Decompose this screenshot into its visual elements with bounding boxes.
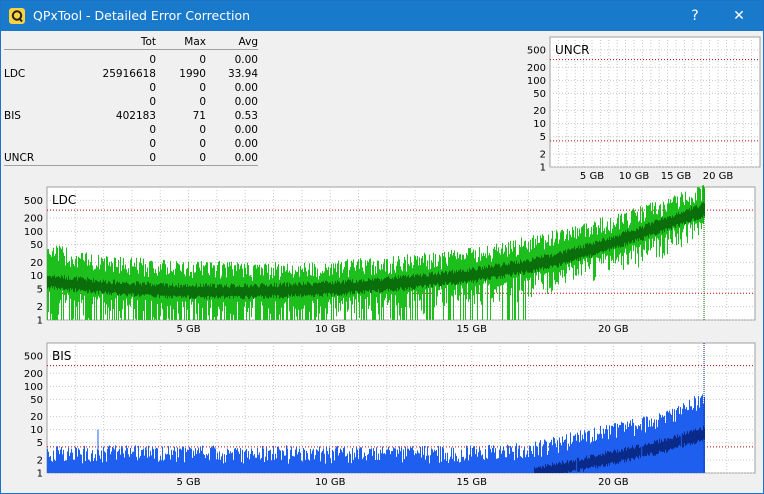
row-tot: 0 bbox=[149, 138, 156, 150]
row-avg: 0.00 bbox=[234, 96, 258, 108]
row-tot: 0 bbox=[149, 82, 156, 94]
uncr-y-tick-label: 20 bbox=[533, 106, 546, 117]
ldc-y-tick-label: 1 bbox=[37, 316, 43, 327]
uncr-y-tick-label: 500 bbox=[527, 46, 546, 57]
table-row: 0 0 0.00 bbox=[4, 138, 258, 152]
bis-x-tick-label: 5 GB bbox=[177, 477, 201, 488]
table-row: LDC 25916618 1990 33.94 bbox=[4, 68, 258, 82]
stats-table: Tot Max Avg 0 0 0.00 LDC 25916618 1990 33.94 0 0… bbox=[4, 34, 258, 166]
row-label: UNCR bbox=[4, 152, 35, 164]
uncr-y-tick-label: 100 bbox=[527, 76, 546, 87]
uncr-chart-title: UNCR bbox=[555, 43, 589, 57]
header-tot: Tot bbox=[140, 36, 156, 48]
row-tot: 0 bbox=[149, 96, 156, 108]
bis-y-tick-label: 100 bbox=[24, 382, 43, 393]
stats-header-row: Tot Max Avg bbox=[4, 36, 258, 50]
row-max: 0 bbox=[199, 82, 206, 94]
table-bottom-divider bbox=[4, 165, 258, 166]
table-row: UNCR 0 0 0.00 bbox=[4, 152, 258, 166]
uncr-x-tick-label: 15 GB bbox=[661, 171, 692, 182]
ldc-x-tick-label: 5 GB bbox=[177, 324, 201, 335]
uncr-y-tick-label: 50 bbox=[533, 89, 546, 100]
row-avg: 33.94 bbox=[227, 68, 258, 80]
ldc-y-tick-label: 10 bbox=[30, 271, 43, 282]
uncr-x-tick-label: 10 GB bbox=[619, 171, 650, 182]
table-row: 0 0 0.00 bbox=[4, 96, 258, 110]
row-max: 1990 bbox=[179, 68, 206, 80]
row-max: 0 bbox=[199, 138, 206, 150]
ldc-x-tick-label: 15 GB bbox=[457, 324, 488, 335]
title-bar[interactable]: QPxTool - Detailed Error Correction ? ✕ bbox=[1, 1, 763, 31]
ldc-chart-title: LDC bbox=[52, 193, 76, 207]
ldc-y-tick-label: 100 bbox=[24, 227, 43, 238]
row-max: 71 bbox=[192, 110, 206, 122]
row-label: BIS bbox=[4, 110, 21, 122]
uncr-x-tick-label: 20 GB bbox=[703, 171, 734, 182]
bis-x-tick-label: 15 GB bbox=[457, 477, 488, 488]
uncr-y-tick-label: 1 bbox=[540, 163, 546, 174]
row-label: LDC bbox=[4, 68, 26, 80]
qpxtool-logo-icon bbox=[9, 8, 25, 24]
window-title: QPxTool - Detailed Error Correction bbox=[33, 8, 251, 23]
header-divider bbox=[4, 49, 258, 50]
uncr-y-tick-label: 200 bbox=[527, 63, 546, 74]
bis-x-tick-label: 20 GB bbox=[598, 477, 629, 488]
table-row: 0 0 0.00 bbox=[4, 124, 258, 138]
row-tot: 25916618 bbox=[102, 68, 156, 80]
ldc-y-tick-label: 500 bbox=[24, 196, 43, 207]
bis-y-tick-label: 10 bbox=[30, 425, 43, 436]
row-max: 0 bbox=[199, 96, 206, 108]
row-avg: 0.00 bbox=[234, 82, 258, 94]
bis-chart-title: BIS bbox=[52, 349, 71, 363]
row-avg: 0.00 bbox=[234, 138, 258, 150]
row-max: 0 bbox=[199, 54, 206, 66]
row-max: 0 bbox=[199, 124, 206, 136]
row-tot: 402183 bbox=[115, 110, 156, 122]
bis-y-tick-label: 1 bbox=[37, 469, 43, 480]
row-max: 0 bbox=[199, 152, 206, 164]
bis-y-tick-label: 50 bbox=[30, 395, 43, 406]
ldc-y-tick-label: 200 bbox=[24, 213, 43, 224]
ldc-y-tick-label: 20 bbox=[30, 258, 43, 269]
bis-y-tick-label: 500 bbox=[24, 352, 43, 363]
bis-chart: 5002001005020105215 GB 10 GB 15 GB 20 GBBIS bbox=[24, 342, 756, 488]
dialog-window: QPxTool - Detailed Error Correction ? ✕ … bbox=[0, 0, 764, 494]
uncr-chart: 5002001005020105215 GB 10 GB 15 GB 20 GBUNC… bbox=[527, 36, 761, 182]
bis-x-tick-label: 10 GB bbox=[315, 477, 346, 488]
row-avg: 0.00 bbox=[234, 152, 258, 164]
table-row: 0 0 0.00 bbox=[4, 82, 258, 96]
ldc-chart: 5002001005020105215 GB 10 GB 15 GB 20 GBLDC bbox=[24, 185, 756, 335]
table-row: 0 0 0.00 bbox=[4, 54, 258, 68]
ldc-y-tick-label: 5 bbox=[37, 285, 43, 296]
uncr-y-tick-label: 5 bbox=[540, 132, 546, 143]
uncr-y-tick-label: 2 bbox=[540, 149, 546, 160]
header-max: Max bbox=[184, 36, 206, 48]
close-button[interactable]: ✕ bbox=[719, 1, 759, 31]
row-tot: 0 bbox=[149, 124, 156, 136]
ldc-y-tick-label: 2 bbox=[37, 302, 43, 313]
row-tot: 0 bbox=[149, 54, 156, 66]
bis-y-tick-label: 5 bbox=[37, 438, 43, 449]
row-tot: 0 bbox=[149, 152, 156, 164]
ldc-y-tick-label: 50 bbox=[30, 240, 43, 251]
bis-y-tick-label: 2 bbox=[37, 455, 43, 466]
table-row: BIS 402183 71 0.53 bbox=[4, 110, 258, 124]
header-avg: Avg bbox=[238, 36, 258, 48]
uncr-x-tick-label: 5 GB bbox=[580, 171, 604, 182]
close-icon: ✕ bbox=[733, 8, 745, 24]
bis-y-tick-label: 200 bbox=[24, 369, 43, 380]
row-avg: 0.53 bbox=[234, 110, 258, 122]
row-avg: 0.00 bbox=[234, 124, 258, 136]
row-avg: 0.00 bbox=[234, 54, 258, 66]
bis-y-tick-label: 20 bbox=[30, 412, 43, 423]
ldc-x-tick-label: 20 GB bbox=[598, 324, 629, 335]
ldc-x-tick-label: 10 GB bbox=[315, 324, 346, 335]
help-button[interactable]: ? bbox=[675, 1, 715, 31]
uncr-y-tick-label: 10 bbox=[533, 119, 546, 130]
